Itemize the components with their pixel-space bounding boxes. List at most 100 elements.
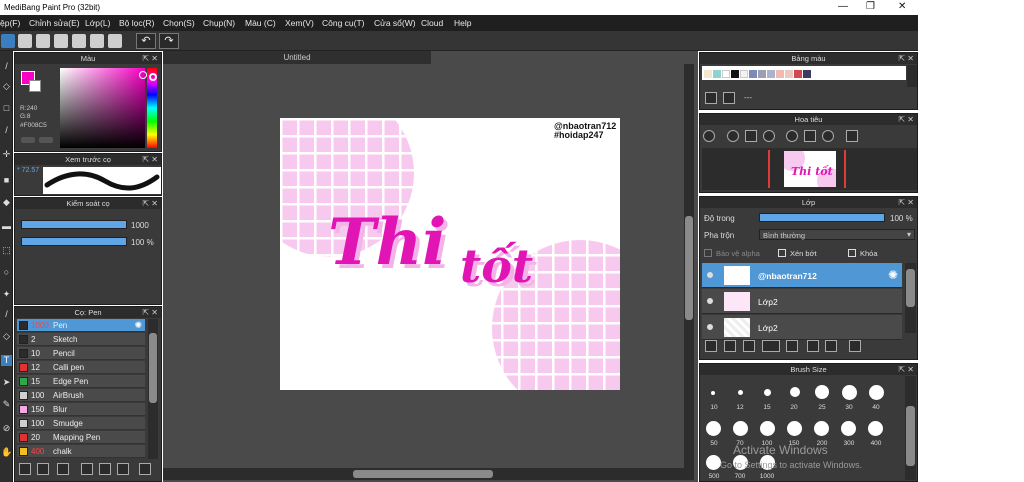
eye-icon[interactable] bbox=[707, 324, 713, 330]
brush-size-dot[interactable] bbox=[868, 421, 883, 436]
brush-size-dot[interactable] bbox=[841, 421, 856, 436]
document-tab[interactable]: Untitled bbox=[163, 51, 431, 64]
trash-icon[interactable] bbox=[723, 92, 735, 104]
hand-tool-icon[interactable] bbox=[18, 34, 32, 48]
gear-icon[interactable]: ✺ bbox=[888, 268, 898, 282]
hand-icon[interactable]: ✋ bbox=[1, 447, 12, 458]
fill-rect-icon[interactable]: ■ bbox=[1, 175, 12, 186]
canvas-vertical-scrollbar[interactable] bbox=[684, 64, 694, 468]
new-layer-8bit-icon[interactable] bbox=[743, 340, 755, 352]
zoom-in-icon[interactable] bbox=[703, 130, 715, 142]
minimize-button[interactable]: — bbox=[838, 1, 848, 12]
brush-size-dot[interactable] bbox=[869, 385, 884, 400]
brush-size-dot[interactable] bbox=[814, 421, 829, 436]
reset-view-icon[interactable] bbox=[804, 130, 816, 142]
menu-tools[interactable]: Công cụ(T) bbox=[322, 18, 365, 28]
cloud-icon[interactable] bbox=[1, 34, 15, 48]
magic-wand-icon[interactable]: ✦ bbox=[1, 289, 12, 300]
brush-import-icon[interactable] bbox=[99, 463, 111, 475]
sv-cursor[interactable] bbox=[139, 71, 147, 79]
brush-size-dot[interactable] bbox=[706, 421, 721, 436]
trash-icon[interactable] bbox=[849, 340, 861, 352]
scroll-thumb[interactable] bbox=[906, 269, 915, 307]
brush-size-dot[interactable] bbox=[815, 385, 829, 399]
add-layer-menu-icon[interactable] bbox=[762, 340, 780, 352]
brush-list-scrollbar[interactable] bbox=[148, 319, 158, 459]
merge-layer-icon[interactable] bbox=[825, 340, 837, 352]
new-layer-1bit-icon[interactable] bbox=[724, 340, 736, 352]
brush-menu-icon[interactable] bbox=[57, 463, 69, 475]
canvas-paper[interactable]: Thi Thi tốt tốt @nbaotran712 #hoidap247 bbox=[280, 118, 620, 390]
palette-swatch[interactable] bbox=[767, 70, 775, 78]
menu-filter[interactable]: Bộ lọc(R) bbox=[119, 18, 154, 28]
flip-icon[interactable] bbox=[846, 130, 858, 142]
panel-buttons-icon[interactable]: ⇱ ✕ bbox=[142, 53, 158, 64]
protect-alpha-checkbox[interactable] bbox=[704, 249, 712, 257]
brush-item-pencil[interactable]: 10 Pencil bbox=[17, 347, 145, 360]
brush-size-dot[interactable] bbox=[733, 421, 748, 436]
layer-opacity-slider[interactable] bbox=[759, 213, 885, 222]
add-brush-icon[interactable] bbox=[19, 463, 31, 475]
layer-item[interactable]: Lớp2 bbox=[702, 289, 902, 314]
select-eraser-icon[interactable]: ◇ bbox=[1, 331, 12, 342]
rect-tool-icon[interactable]: □ bbox=[1, 103, 12, 114]
brush-size-scrollbar[interactable] bbox=[905, 376, 916, 480]
panel-buttons-icon[interactable]: ⇱ ✕ bbox=[142, 154, 158, 165]
brush-size-dot[interactable] bbox=[711, 391, 715, 395]
brush-size-dot[interactable] bbox=[764, 389, 771, 396]
layer-item[interactable]: Lớp2 bbox=[702, 315, 902, 340]
undo-button[interactable]: ↶ bbox=[136, 33, 156, 49]
zoom-in-icon[interactable] bbox=[727, 130, 739, 142]
scroll-thumb[interactable] bbox=[906, 406, 915, 466]
panel-buttons-icon[interactable]: ⇱ ✕ bbox=[898, 114, 914, 125]
panel-buttons-icon[interactable]: ⇱ ✕ bbox=[142, 307, 158, 318]
duplicate-layer-icon[interactable] bbox=[807, 340, 819, 352]
dropper-tool-icon[interactable]: ✎ bbox=[1, 399, 12, 410]
menu-layer[interactable]: Lớp(L) bbox=[85, 18, 110, 28]
panel-buttons-icon[interactable]: ⇱ ✕ bbox=[898, 364, 914, 375]
hue-cursor[interactable] bbox=[149, 73, 157, 81]
close-button[interactable]: ✕ bbox=[898, 1, 906, 12]
new-layer-icon[interactable] bbox=[705, 340, 717, 352]
navigator-preview[interactable]: Thi tốt bbox=[702, 148, 917, 190]
brush-item-chalk[interactable]: 400 chalk bbox=[17, 445, 145, 458]
palette-swatch[interactable] bbox=[794, 70, 802, 78]
menu-select[interactable]: Chọn(S) bbox=[163, 18, 195, 28]
eye-icon[interactable] bbox=[707, 272, 713, 278]
rotate-left-icon[interactable] bbox=[786, 130, 798, 142]
gear-icon[interactable]: ✺ bbox=[134, 320, 142, 331]
palette-scrollbar[interactable] bbox=[907, 65, 917, 87]
redo-button[interactable]: ↷ bbox=[159, 33, 179, 49]
layer-list-scrollbar[interactable] bbox=[905, 263, 916, 333]
menu-color[interactable]: Màu (C) bbox=[245, 18, 276, 28]
saturation-value-picker[interactable] bbox=[60, 68, 145, 148]
add-color-icon[interactable] bbox=[705, 92, 717, 104]
select-pen-icon[interactable]: / bbox=[1, 309, 12, 320]
brush-copy-icon[interactable] bbox=[81, 463, 93, 475]
brush-size-dot[interactable] bbox=[787, 421, 802, 436]
brush-size-dot[interactable] bbox=[842, 385, 857, 400]
gradient-tool-icon[interactable]: ▬ bbox=[1, 221, 12, 232]
menu-view[interactable]: Xem(V) bbox=[285, 18, 314, 28]
lasso-tool-icon[interactable]: ○ bbox=[1, 267, 12, 278]
palette-swatch[interactable] bbox=[785, 70, 793, 78]
pick-tool-icon[interactable]: ⊘ bbox=[1, 423, 12, 434]
rotate-right-icon[interactable] bbox=[822, 130, 834, 142]
menu-cloud[interactable]: Cloud bbox=[421, 18, 443, 28]
brush-size-dot[interactable] bbox=[738, 390, 743, 395]
palette-swatch[interactable] bbox=[722, 70, 730, 78]
brush-size-dot[interactable] bbox=[706, 455, 721, 470]
brush-size-dot[interactable] bbox=[790, 387, 800, 397]
eraser-tool-icon[interactable]: ◇ bbox=[1, 81, 12, 92]
palette-swatch[interactable] bbox=[749, 70, 757, 78]
brush-duplicate-icon[interactable] bbox=[117, 463, 129, 475]
menu-help[interactable]: Help bbox=[454, 18, 471, 28]
brush-tool-icon[interactable]: / bbox=[1, 125, 12, 136]
brush-item-pen[interactable]: 1000 Pen ✺ bbox=[17, 319, 145, 332]
palette-swatch[interactable] bbox=[740, 70, 748, 78]
clipping-checkbox[interactable] bbox=[778, 249, 786, 257]
palette-swatch[interactable] bbox=[776, 70, 784, 78]
text-tool-icon[interactable]: T bbox=[1, 355, 12, 366]
palette-swatch[interactable] bbox=[803, 70, 811, 78]
brush-item-mapping-pen[interactable]: 20 Mapping Pen bbox=[17, 431, 145, 444]
